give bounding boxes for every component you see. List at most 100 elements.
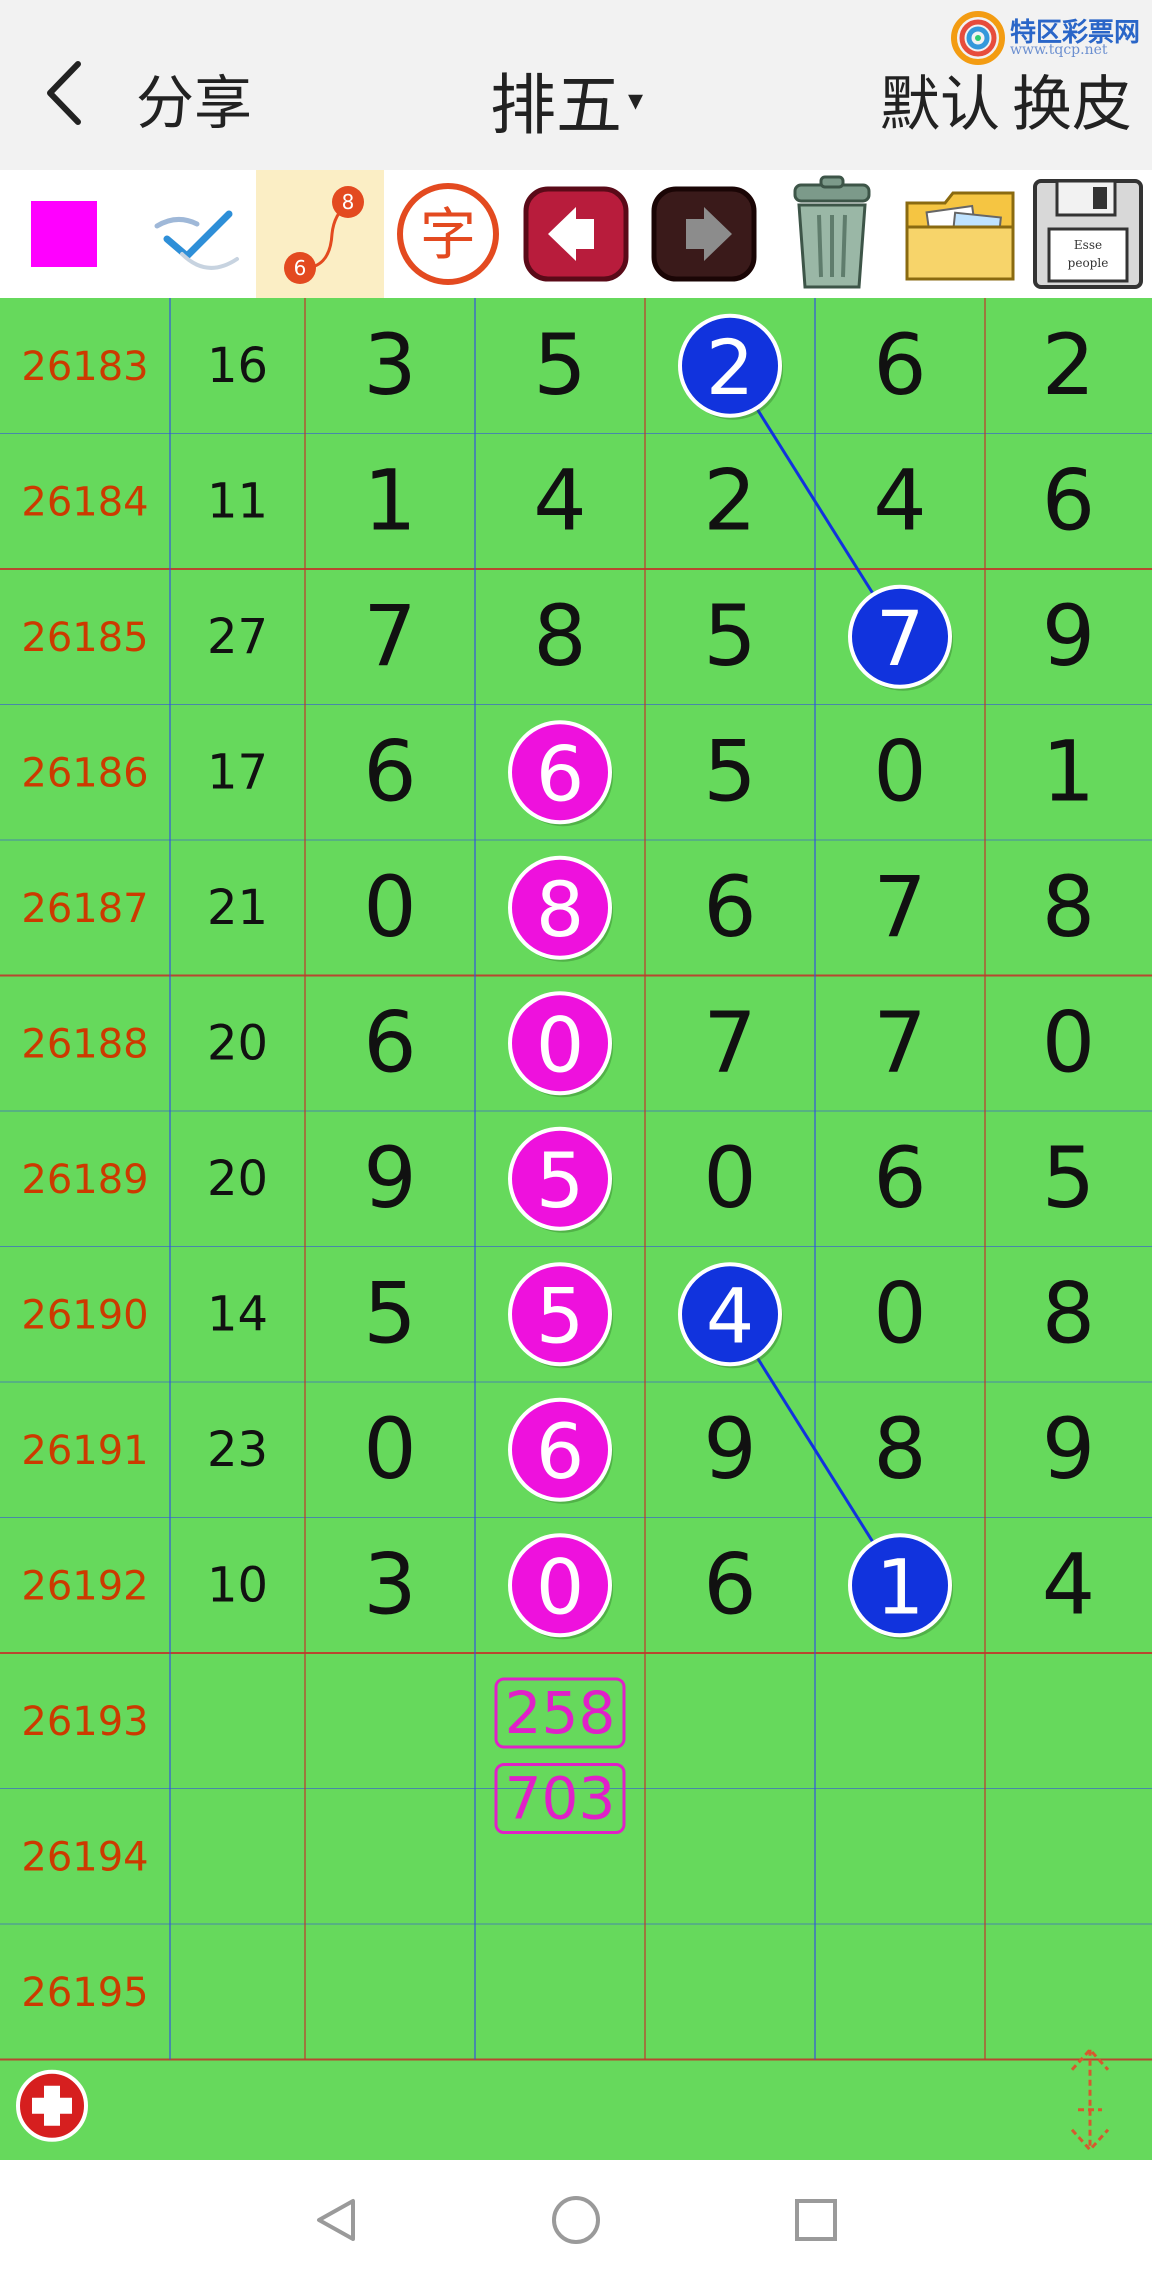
digit-cell[interactable]: 7 <box>876 594 924 683</box>
digit-cell[interactable]: 8 <box>873 1400 926 1498</box>
digit-cell[interactable]: 0 <box>363 858 416 956</box>
sum-value: 20 <box>207 1151 268 1207</box>
digit-cell[interactable]: 7 <box>363 587 416 685</box>
digit-cell[interactable]: 6 <box>703 858 756 956</box>
nav-recent-button[interactable] <box>786 2190 846 2250</box>
digit-cell[interactable]: 9 <box>1042 587 1095 685</box>
digit-cell[interactable]: 5 <box>703 587 756 685</box>
digit-cell[interactable]: 2 <box>1042 316 1095 414</box>
digit-cell[interactable]: 6 <box>363 993 416 1091</box>
nav-back-button[interactable] <box>306 2190 366 2250</box>
digit-cell[interactable]: 7 <box>703 993 756 1091</box>
color-swatch-button[interactable] <box>0 170 128 298</box>
floppy-save-icon: Esse people <box>1033 179 1143 289</box>
digit-cell[interactable]: 2 <box>703 451 756 549</box>
digit-cell[interactable]: 8 <box>536 865 584 954</box>
digit-cell[interactable]: 8 <box>1042 1264 1095 1362</box>
digit-cell[interactable]: 0 <box>1042 993 1095 1091</box>
svg-text:字: 字 <box>420 203 476 268</box>
prediction-text[interactable]: 703 <box>505 1765 616 1833</box>
digit-cell[interactable]: 9 <box>1042 1400 1095 1498</box>
digit-cell[interactable]: 5 <box>703 722 756 820</box>
lottery-trend-chart[interactable]: 26183 16 3 5 2 6 2 26184 11 1 4 2 4 6 26185 27 7 8 5 7 9 2618… <box>0 298 1152 2160</box>
sum-value: 20 <box>207 1015 268 1071</box>
change-skin-button[interactable]: 换皮 <box>1012 56 1132 143</box>
issue-number: 26194 <box>21 1834 148 1880</box>
digit-cell[interactable]: 0 <box>873 1264 926 1362</box>
digit-cell[interactable]: 1 <box>363 451 416 549</box>
issue-number: 26187 <box>21 886 148 932</box>
digit-cell[interactable]: 6 <box>703 1535 756 1633</box>
prediction-text[interactable]: 258 <box>505 1679 616 1747</box>
sum-value: 21 <box>207 880 268 936</box>
clear-button[interactable] <box>768 170 896 298</box>
nav-home-button[interactable] <box>546 2190 606 2250</box>
trend-grid[interactable]: 26183 16 3 5 2 6 226184 11 1 4 2 4 626185 27 7 8 5 7 92618… <box>0 298 1152 2160</box>
issue-number: 26193 <box>21 1699 148 1745</box>
digit-cell[interactable]: 0 <box>703 1129 756 1227</box>
redo-button[interactable] <box>640 170 768 298</box>
digit-cell[interactable]: 4 <box>873 451 926 549</box>
sum-value: 17 <box>207 744 268 800</box>
badge-bottom: 6 <box>294 256 307 280</box>
save-button[interactable]: Esse people <box>1024 170 1152 298</box>
issue-number: 26192 <box>21 1563 148 1609</box>
digit-cell[interactable]: 0 <box>536 1000 584 1089</box>
drawing-toolbar: 8 6 字 Esse people <box>0 170 1152 298</box>
digit-cell[interactable]: 0 <box>873 722 926 820</box>
issue-number: 26184 <box>21 479 148 525</box>
digit-cell[interactable]: 6 <box>363 722 416 820</box>
brand-url: www.tqcp.net <box>1010 42 1108 58</box>
lottery-type-selector[interactable]: 排五 ▾ <box>490 52 643 148</box>
digit-cell[interactable]: 4 <box>706 1271 754 1360</box>
undo-button[interactable] <box>512 170 640 298</box>
digit-cell[interactable]: 9 <box>363 1129 416 1227</box>
issue-number: 26188 <box>21 1021 148 1067</box>
digit-cell[interactable]: 0 <box>363 1400 416 1498</box>
digit-cell[interactable]: 5 <box>533 316 586 414</box>
back-arrow-icon[interactable] <box>40 58 90 128</box>
digit-cell[interactable]: 4 <box>533 451 586 549</box>
digit-cell[interactable]: 6 <box>873 316 926 414</box>
image-folder-button[interactable] <box>896 170 1024 298</box>
digit-cell[interactable]: 3 <box>363 316 416 414</box>
issue-number: 26185 <box>21 615 148 661</box>
share-button[interactable]: 分享 <box>136 56 252 140</box>
text-zi-icon: 字 <box>397 183 499 285</box>
digit-cell[interactable]: 5 <box>536 1271 584 1360</box>
digit-cell[interactable]: 7 <box>873 858 926 956</box>
digit-cell[interactable]: 1 <box>1042 722 1095 820</box>
digit-cell[interactable]: 3 <box>363 1535 416 1633</box>
dropdown-caret-icon: ▾ <box>628 82 644 118</box>
sum-value: 27 <box>207 609 268 665</box>
issue-number: 26189 <box>21 1157 148 1203</box>
digit-cell[interactable]: 8 <box>533 587 586 685</box>
digit-cell[interactable]: 5 <box>363 1264 416 1362</box>
digit-cell[interactable]: 6 <box>536 729 584 818</box>
issue-number: 26191 <box>21 1428 148 1474</box>
digit-cell[interactable]: 4 <box>1042 1535 1095 1633</box>
digit-cell[interactable]: 1 <box>876 1542 924 1631</box>
expand-arrows-icon[interactable] <box>1070 2047 1110 2152</box>
connect-line-button[interactable]: 8 6 <box>256 170 384 298</box>
text-tool-button[interactable]: 字 <box>384 170 512 298</box>
issue-number: 26186 <box>21 750 148 796</box>
digit-cell[interactable]: 9 <box>703 1400 756 1498</box>
digit-cell[interactable]: 8 <box>1042 858 1095 956</box>
issue-number: 26190 <box>21 1292 148 1338</box>
page-title: 排五 <box>490 67 622 144</box>
nav-recent-icon <box>795 2199 837 2241</box>
digit-cell[interactable]: 6 <box>536 1407 584 1496</box>
issue-number: 26183 <box>21 344 148 390</box>
digit-cell[interactable]: 7 <box>873 993 926 1091</box>
digit-cell[interactable]: 5 <box>1042 1129 1095 1227</box>
digit-cell[interactable]: 6 <box>873 1129 926 1227</box>
digit-cell[interactable]: 0 <box>536 1542 584 1631</box>
digit-cell[interactable]: 5 <box>536 1136 584 1225</box>
digit-cell[interactable]: 2 <box>706 323 754 412</box>
digit-cell[interactable]: 6 <box>1042 451 1095 549</box>
pen-tool-button[interactable] <box>128 170 256 298</box>
default-button[interactable]: 默认 <box>880 56 1000 143</box>
badge-top: 8 <box>342 190 355 214</box>
pen-check-icon <box>154 210 239 270</box>
